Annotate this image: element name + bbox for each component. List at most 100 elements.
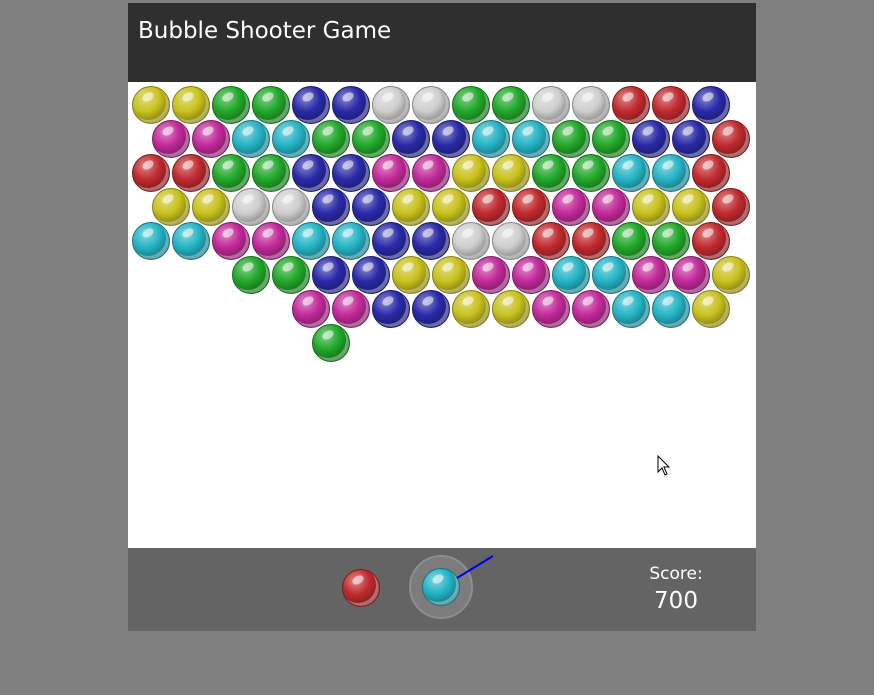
bubble-white	[452, 222, 490, 260]
bubble-cyan	[472, 120, 510, 158]
bubble-red	[172, 154, 210, 192]
bubble-red	[692, 222, 730, 260]
bubble-green	[652, 222, 690, 260]
bubble-green	[612, 222, 650, 260]
bubble-yellow	[132, 86, 170, 124]
bubble-blue	[352, 256, 390, 294]
bubble-blue	[412, 222, 450, 260]
bubble-white	[412, 86, 450, 124]
bubble-cyan	[652, 290, 690, 328]
bubble-yellow	[392, 256, 430, 294]
bubble-magenta	[512, 256, 550, 294]
bubble-blue	[372, 290, 410, 328]
bubble-blue	[412, 290, 450, 328]
bubble-cyan	[552, 256, 590, 294]
bubble-magenta	[212, 222, 250, 260]
bubble-cyan	[652, 154, 690, 192]
bubble-yellow	[452, 290, 490, 328]
bubble-white	[532, 86, 570, 124]
bubble-yellow	[192, 188, 230, 226]
game-container: Bubble Shooter Game Score: 700	[128, 3, 756, 631]
bubble-green	[212, 86, 250, 124]
bubble-magenta	[252, 222, 290, 260]
bubble-red	[692, 154, 730, 192]
bubble-yellow	[152, 188, 190, 226]
bubble-yellow	[432, 256, 470, 294]
bubble-cyan	[292, 222, 330, 260]
bubble-red	[512, 188, 550, 226]
current-bubble	[422, 568, 460, 606]
bubble-white	[492, 222, 530, 260]
bubble-green	[452, 86, 490, 124]
bubble-magenta	[532, 290, 570, 328]
bubble-magenta	[332, 290, 370, 328]
bubble-magenta	[552, 188, 590, 226]
bubble-white	[272, 188, 310, 226]
bubble-yellow	[452, 154, 490, 192]
bubble-white	[572, 86, 610, 124]
bubble-red	[712, 188, 750, 226]
game-header: Bubble Shooter Game	[128, 3, 756, 82]
bubble-blue	[292, 86, 330, 124]
bubble-green	[592, 120, 630, 158]
game-footer: Score: 700	[128, 548, 756, 631]
bubble-blue	[312, 188, 350, 226]
bubble-red	[132, 154, 170, 192]
bubble-green	[272, 256, 310, 294]
bubble-cyan	[512, 120, 550, 158]
bubble-cyan	[132, 222, 170, 260]
bubble-yellow	[492, 154, 530, 192]
bubble-green	[552, 120, 590, 158]
game-board[interactable]	[128, 82, 756, 548]
bubble-green	[252, 86, 290, 124]
bubble-blue	[292, 154, 330, 192]
bubble-red	[612, 86, 650, 124]
bubble-cyan	[272, 120, 310, 158]
bubble-magenta	[412, 154, 450, 192]
bubble-yellow	[492, 290, 530, 328]
bubble-cyan	[612, 290, 650, 328]
bubble-white	[232, 188, 270, 226]
bubble-cyan	[332, 222, 370, 260]
score-label: Score:	[649, 564, 703, 584]
bubble-green	[212, 154, 250, 192]
bubble-yellow	[632, 188, 670, 226]
bubble-blue	[372, 222, 410, 260]
bubble-red	[652, 86, 690, 124]
bubble-cyan	[592, 256, 630, 294]
bubble-yellow	[392, 188, 430, 226]
bubble-blue	[352, 188, 390, 226]
bubble-yellow	[172, 86, 210, 124]
bubble-blue	[332, 154, 370, 192]
bubble-magenta	[472, 256, 510, 294]
bubble-cyan	[232, 120, 270, 158]
bubble-magenta	[632, 256, 670, 294]
bubble-yellow	[692, 290, 730, 328]
bubble-magenta	[152, 120, 190, 158]
bubble-blue	[672, 120, 710, 158]
bubble-green	[572, 154, 610, 192]
mouse-cursor-icon	[657, 455, 671, 476]
bubble-green	[232, 256, 270, 294]
bubble-magenta	[192, 120, 230, 158]
bubble-red	[532, 222, 570, 260]
bubble-green	[352, 120, 390, 158]
bubble-red	[572, 222, 610, 260]
bubble-green	[312, 120, 350, 158]
bubble-red	[712, 120, 750, 158]
bubble-yellow	[432, 188, 470, 226]
bubble-magenta	[372, 154, 410, 192]
bubble-green	[252, 154, 290, 192]
bubble-magenta	[292, 290, 330, 328]
bubble-magenta	[592, 188, 630, 226]
bubble-magenta	[572, 290, 610, 328]
bubble-blue	[692, 86, 730, 124]
bubble-white	[372, 86, 410, 124]
game-title: Bubble Shooter Game	[138, 18, 392, 44]
bubble-yellow	[672, 188, 710, 226]
bubble-green	[492, 86, 530, 124]
bubble-blue	[392, 120, 430, 158]
next-bubble	[342, 569, 380, 607]
bubble-green	[532, 154, 570, 192]
bubble-red	[472, 188, 510, 226]
